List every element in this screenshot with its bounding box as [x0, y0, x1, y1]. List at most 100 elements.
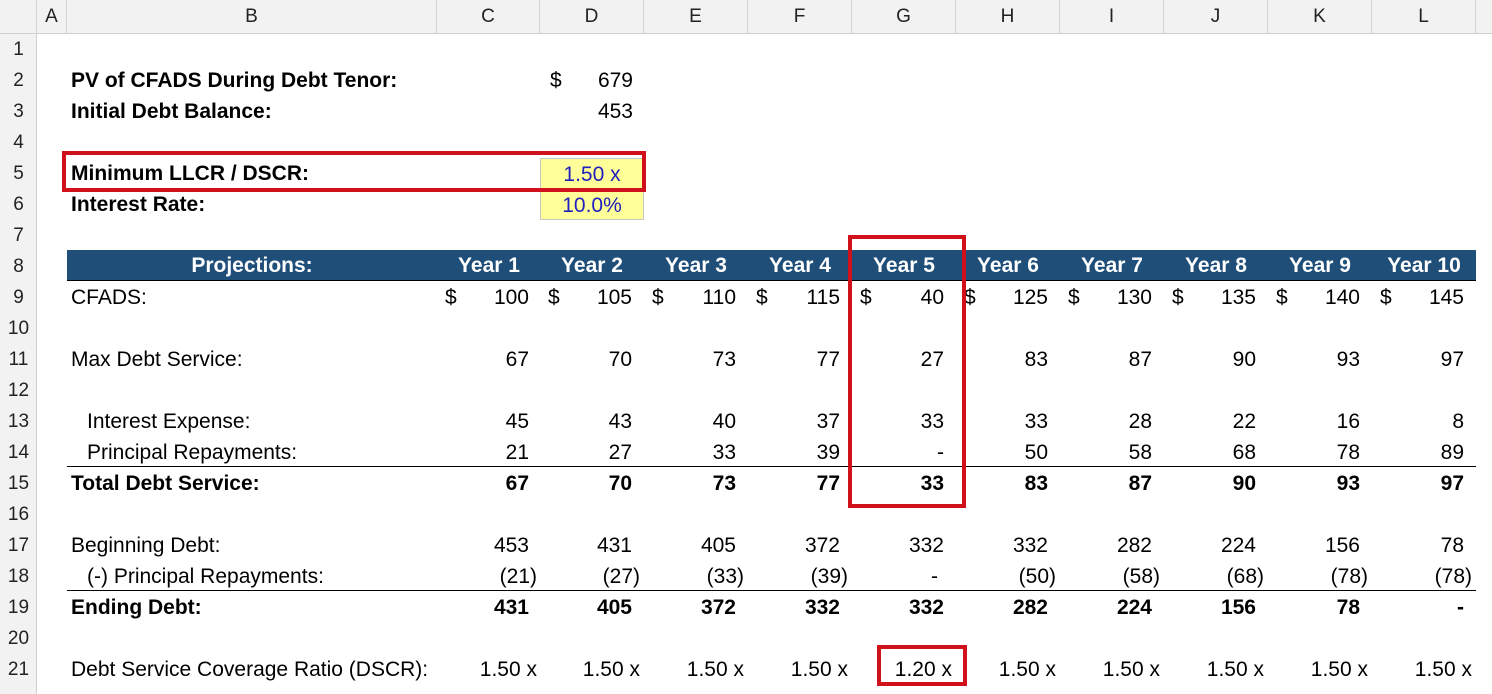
less-principal-repayments-year-2[interactable]: (27) [540, 561, 640, 592]
max-debt-service-year-9[interactable]: 93 [1268, 344, 1360, 375]
column-header-g[interactable]: G [852, 0, 956, 33]
max-debt-service-year-2[interactable]: 70 [540, 344, 632, 375]
dscr-year-4[interactable]: 1.50 x [748, 654, 848, 685]
row-header-3[interactable]: 3 [0, 96, 37, 127]
column-header-d[interactable]: D [540, 0, 644, 33]
total-debt-service-year-9[interactable]: 93 [1268, 468, 1360, 499]
interest-expense-year-7[interactable]: 28 [1060, 406, 1152, 437]
dscr-year-3[interactable]: 1.50 x [644, 654, 744, 685]
select-all-corner[interactable] [0, 0, 37, 33]
less-principal-repayments-year-3[interactable]: (33) [644, 561, 744, 592]
dscr-year-8[interactable]: 1.50 x [1164, 654, 1264, 685]
principal-repayments-year-9[interactable]: 78 [1268, 437, 1360, 468]
row-header-15[interactable]: 15 [0, 468, 37, 499]
row-header-11[interactable]: 11 [0, 344, 37, 375]
dscr-year-1[interactable]: 1.50 x [437, 654, 537, 685]
less-principal-repayments-year-6[interactable]: (50) [956, 561, 1056, 592]
column-header-e[interactable]: E [644, 0, 748, 33]
max-debt-service-year-4[interactable]: 77 [748, 344, 840, 375]
row-header-4[interactable]: 4 [0, 127, 37, 158]
total-debt-service-year-10[interactable]: 97 [1372, 468, 1464, 499]
row-header-18[interactable]: 18 [0, 561, 37, 592]
interest-expense-year-4[interactable]: 37 [748, 406, 840, 437]
initial-debt-value[interactable]: 453 [560, 96, 633, 127]
column-header-a[interactable]: A [37, 0, 67, 33]
max-debt-service-year-1[interactable]: 67 [437, 344, 529, 375]
beginning-debt-year-1[interactable]: 453 [437, 530, 529, 561]
row-header-12[interactable]: 12 [0, 375, 37, 406]
column-header-c[interactable]: C [437, 0, 540, 33]
row-header-20[interactable]: 20 [0, 623, 37, 654]
row-header-21[interactable]: 21 [0, 654, 37, 685]
principal-repayments-year-8[interactable]: 68 [1164, 437, 1256, 468]
less-principal-repayments-year-5[interactable]: - [852, 561, 938, 592]
beginning-debt-year-5[interactable]: 332 [852, 530, 944, 561]
interest-expense-year-3[interactable]: 40 [644, 406, 736, 437]
principal-repayments-year-3[interactable]: 33 [644, 437, 736, 468]
ending-debt-year-10[interactable]: - [1372, 592, 1464, 623]
max-debt-service-year-8[interactable]: 90 [1164, 344, 1256, 375]
less-principal-repayments-year-4[interactable]: (39) [748, 561, 848, 592]
principal-repayments-year-2[interactable]: 27 [540, 437, 632, 468]
less-principal-repayments-year-1[interactable]: (21) [437, 561, 537, 592]
total-debt-service-year-3[interactable]: 73 [644, 468, 736, 499]
row-header-6[interactable]: 6 [0, 189, 37, 220]
less-principal-repayments-year-9[interactable]: (78) [1268, 561, 1368, 592]
column-header-j[interactable]: J [1164, 0, 1268, 33]
row-header-13[interactable]: 13 [0, 406, 37, 437]
interest-rate-input[interactable]: 10.0% [540, 189, 644, 220]
row-header-8[interactable]: 8 [0, 251, 37, 282]
row-header-19[interactable]: 19 [0, 592, 37, 623]
cfads-year-9[interactable]: 140 [1268, 282, 1360, 313]
ending-debt-year-6[interactable]: 282 [956, 592, 1048, 623]
principal-repayments-year-1[interactable]: 21 [437, 437, 529, 468]
column-header-k[interactable]: K [1268, 0, 1372, 33]
ending-debt-year-7[interactable]: 224 [1060, 592, 1152, 623]
row-header-2[interactable]: 2 [0, 65, 37, 96]
total-debt-service-year-6[interactable]: 83 [956, 468, 1048, 499]
interest-expense-year-1[interactable]: 45 [437, 406, 529, 437]
ending-debt-year-3[interactable]: 372 [644, 592, 736, 623]
column-header-b[interactable]: B [67, 0, 437, 33]
pv-cfads-value[interactable]: 679 [560, 65, 633, 96]
beginning-debt-year-9[interactable]: 156 [1268, 530, 1360, 561]
max-debt-service-year-10[interactable]: 97 [1372, 344, 1464, 375]
beginning-debt-year-3[interactable]: 405 [644, 530, 736, 561]
cfads-year-6[interactable]: 125 [956, 282, 1048, 313]
column-header-l[interactable]: L [1372, 0, 1476, 33]
row-header-5[interactable]: 5 [0, 158, 37, 189]
row-header-9[interactable]: 9 [0, 282, 37, 313]
column-header-i[interactable]: I [1060, 0, 1164, 33]
dscr-year-2[interactable]: 1.50 x [540, 654, 640, 685]
beginning-debt-year-4[interactable]: 372 [748, 530, 840, 561]
principal-repayments-year-4[interactable]: 39 [748, 437, 840, 468]
principal-repayments-year-10[interactable]: 89 [1372, 437, 1464, 468]
total-debt-service-year-8[interactable]: 90 [1164, 468, 1256, 499]
ending-debt-year-9[interactable]: 78 [1268, 592, 1360, 623]
cfads-year-4[interactable]: 115 [748, 282, 840, 313]
dscr-year-10[interactable]: 1.50 x [1372, 654, 1472, 685]
interest-expense-year-6[interactable]: 33 [956, 406, 1048, 437]
beginning-debt-year-7[interactable]: 282 [1060, 530, 1152, 561]
cfads-year-8[interactable]: 135 [1164, 282, 1256, 313]
cfads-year-7[interactable]: 130 [1060, 282, 1152, 313]
ending-debt-year-8[interactable]: 156 [1164, 592, 1256, 623]
cfads-year-3[interactable]: 110 [644, 282, 736, 313]
column-header-h[interactable]: H [956, 0, 1060, 33]
beginning-debt-year-8[interactable]: 224 [1164, 530, 1256, 561]
cfads-year-2[interactable]: 105 [540, 282, 632, 313]
principal-repayments-year-7[interactable]: 58 [1060, 437, 1152, 468]
principal-repayments-year-6[interactable]: 50 [956, 437, 1048, 468]
interest-expense-year-2[interactable]: 43 [540, 406, 632, 437]
total-debt-service-year-4[interactable]: 77 [748, 468, 840, 499]
total-debt-service-year-2[interactable]: 70 [540, 468, 632, 499]
less-principal-repayments-year-8[interactable]: (68) [1164, 561, 1264, 592]
interest-expense-year-8[interactable]: 22 [1164, 406, 1256, 437]
ending-debt-year-1[interactable]: 431 [437, 592, 529, 623]
dscr-year-6[interactable]: 1.50 x [956, 654, 1056, 685]
less-principal-repayments-year-7[interactable]: (58) [1060, 561, 1160, 592]
total-debt-service-year-1[interactable]: 67 [437, 468, 529, 499]
row-header-7[interactable]: 7 [0, 220, 37, 251]
row-header-17[interactable]: 17 [0, 530, 37, 561]
beginning-debt-year-6[interactable]: 332 [956, 530, 1048, 561]
